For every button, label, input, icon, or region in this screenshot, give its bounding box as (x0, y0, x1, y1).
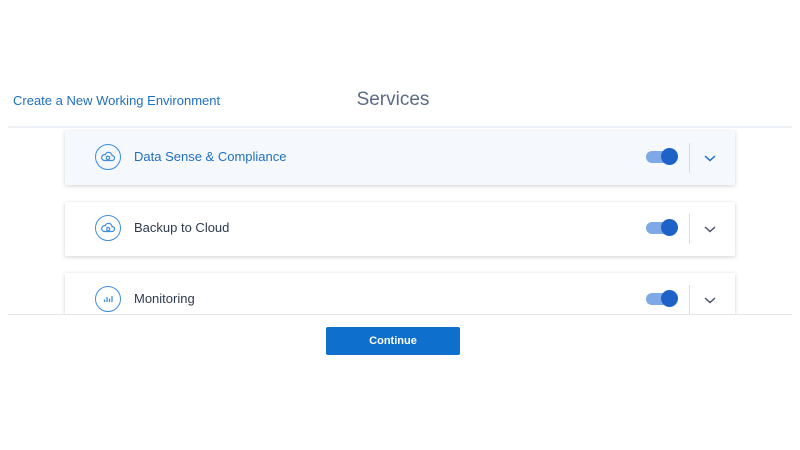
toggle-knob (661, 290, 678, 307)
card-divider (689, 214, 690, 244)
services-list[interactable]: Data Sense & Compliance Backup to Cloud (8, 128, 792, 314)
service-label: Monitoring (134, 291, 195, 306)
toggle-knob (661, 219, 678, 236)
page-title: Services (356, 89, 430, 110)
toggle-knob (661, 148, 678, 165)
card-divider (689, 285, 690, 314)
bar-chart-icon (95, 286, 121, 312)
service-toggle[interactable] (646, 148, 678, 165)
cloud-backup-icon (95, 215, 121, 241)
chevron-down-icon[interactable] (702, 292, 718, 308)
footer-divider (8, 314, 792, 315)
service-label: Backup to Cloud (134, 220, 230, 235)
card-divider (689, 143, 690, 173)
chevron-down-icon[interactable] (702, 150, 718, 166)
service-label: Data Sense & Compliance (134, 149, 287, 164)
service-toggle[interactable] (646, 290, 678, 307)
service-toggle[interactable] (646, 219, 678, 236)
service-card-backup[interactable]: Backup to Cloud (65, 202, 735, 256)
service-card-monitoring[interactable]: Monitoring (65, 273, 735, 314)
service-card-data-sense[interactable]: Data Sense & Compliance (65, 131, 735, 185)
chevron-down-icon[interactable] (702, 221, 718, 237)
continue-button[interactable]: Continue (326, 327, 460, 355)
cloud-shield-icon (95, 144, 121, 170)
